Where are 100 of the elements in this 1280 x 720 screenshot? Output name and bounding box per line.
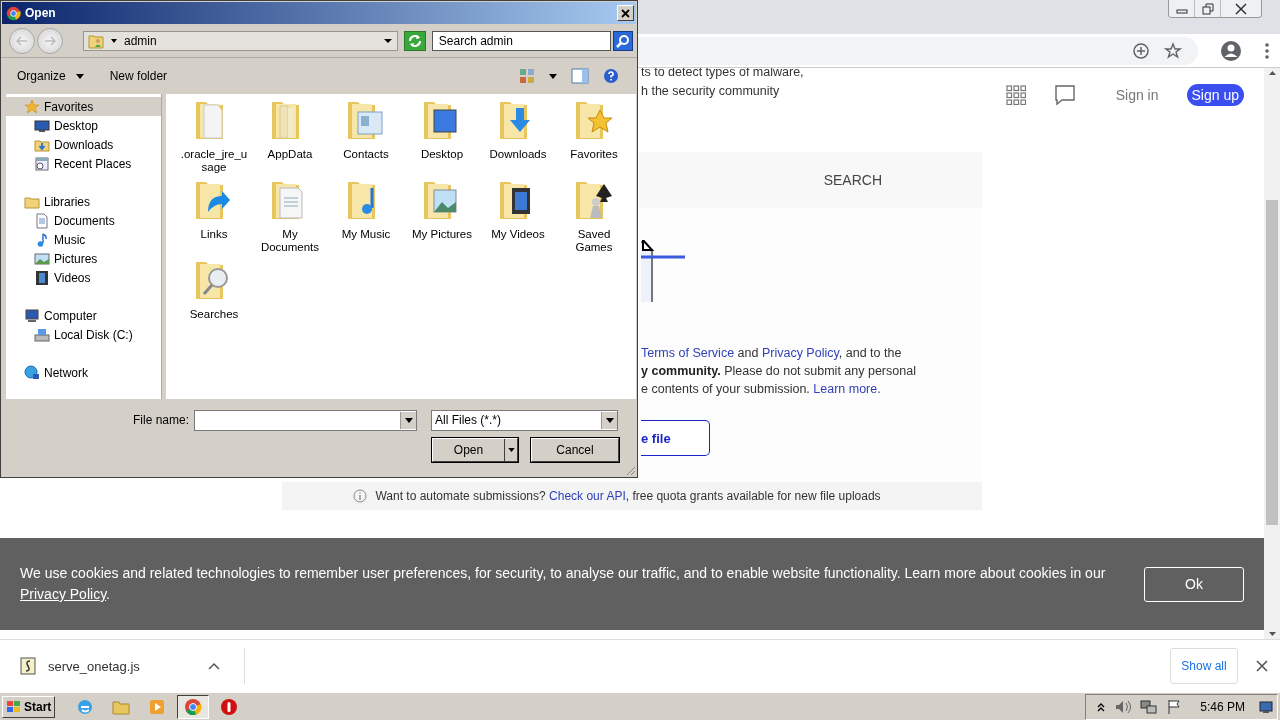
dropdown-icon[interactable]	[383, 38, 393, 44]
add-icon[interactable]	[1132, 41, 1150, 60]
close-icon	[621, 8, 630, 18]
link[interactable]: Privacy Policy	[761, 346, 839, 360]
folder-name[interactable]: My Videos	[482, 228, 554, 241]
folder-name[interactable]: Desktop	[406, 148, 478, 161]
location-bar[interactable]: admin	[83, 31, 398, 51]
cancel-button[interactable]: Cancel	[531, 438, 619, 462]
nav-item[interactable]: Local Disk (C:)	[6, 325, 161, 344]
download-file-name[interactable]: serve_onetag.js	[48, 658, 196, 674]
dropdown-icon[interactable]	[404, 417, 413, 423]
minimize-button[interactable]	[1169, 0, 1195, 17]
caret-icon[interactable]	[208, 662, 220, 670]
browser-icon	[76, 697, 95, 716]
resize-grip[interactable]	[625, 465, 636, 476]
folder-name[interactable]: My Pictures	[406, 228, 478, 241]
terms-text: y community. Please do not submit any personal	[641, 363, 917, 380]
info-icon	[353, 489, 368, 503]
profile-icon[interactable]	[1220, 39, 1242, 62]
show-all-button[interactable]: Show all	[1170, 648, 1238, 684]
caret-icon[interactable]	[507, 448, 515, 452]
api-note: Want to automate submissions? Check our API, free quota grants available for new file uploads	[375, 489, 881, 503]
nav-item[interactable]: Desktop	[6, 116, 161, 135]
start-button[interactable]: Start	[2, 695, 56, 718]
apps-grid-icon[interactable]	[1005, 85, 1026, 105]
nav-item[interactable]: Network	[6, 363, 161, 382]
folder-name[interactable]: My Music	[330, 228, 402, 241]
sign-up-button[interactable]: Sign up	[1186, 84, 1244, 106]
folder-name[interactable]: Links	[178, 228, 250, 241]
ok-button[interactable]: Ok	[1144, 566, 1244, 602]
user-folder-icon	[88, 33, 104, 49]
folder-name[interactable]: My Documents	[254, 228, 326, 254]
folder-name[interactable]: Contacts	[330, 148, 402, 161]
organize-menu[interactable]: Organize	[11, 67, 90, 85]
chat-icon[interactable]	[1053, 84, 1076, 106]
open-button[interactable]: Open	[432, 438, 518, 462]
nav-item[interactable]: Favorites	[6, 97, 161, 116]
file-name-field[interactable]	[194, 409, 417, 431]
document-icon	[34, 212, 50, 229]
star-icon	[24, 98, 40, 115]
taskbar-button[interactable]	[177, 694, 210, 719]
file-drawing	[641, 240, 686, 302]
search-field[interactable]: Search admin	[431, 31, 612, 51]
link[interactable]: Check our API	[549, 489, 626, 503]
star-icon[interactable]	[1164, 41, 1182, 60]
caret-icon[interactable]	[110, 38, 118, 44]
restore-icon	[1201, 2, 1214, 15]
folder-name[interactable]: Saved Games	[558, 228, 630, 254]
network-icon[interactable]	[1140, 698, 1159, 715]
folder-name[interactable]: Favorites	[558, 148, 630, 161]
drive-icon	[34, 326, 50, 343]
script-file-icon	[20, 657, 36, 675]
close-button[interactable]	[1221, 0, 1261, 17]
search-button[interactable]	[613, 31, 633, 51]
nav-item[interactable]: Videos	[6, 268, 161, 287]
computer-icon	[24, 307, 40, 324]
browser-icon	[184, 697, 203, 716]
menu-icon[interactable]	[1264, 41, 1270, 60]
close-button[interactable]	[617, 5, 634, 21]
back-arrow-icon	[16, 36, 28, 46]
file-type-dropdown[interactable]: All Files (*.*)	[431, 409, 618, 431]
show-desktop-icon[interactable]	[1259, 699, 1273, 714]
speaker-icon[interactable]	[1114, 698, 1133, 715]
search-tab[interactable]: SEARCH	[823, 172, 882, 188]
nav-item[interactable]: Libraries	[6, 192, 161, 211]
film-icon	[34, 269, 50, 286]
nav-item[interactable]: Computer	[6, 306, 161, 325]
folder-name[interactable]: .oracle_jre_usage	[178, 148, 250, 174]
scrollbar[interactable]	[1264, 68, 1280, 639]
caret-icon[interactable]	[549, 73, 557, 79]
picture-icon	[34, 250, 50, 267]
refresh-button[interactable]	[404, 31, 426, 51]
intro-text: h the security community	[641, 83, 781, 100]
folder-name[interactable]: Searches	[178, 308, 250, 321]
close-icon	[1235, 2, 1247, 15]
app-icon	[6, 5, 21, 21]
new-folder-button[interactable]: New folder	[103, 67, 174, 85]
nav-item[interactable]: Documents	[6, 211, 161, 230]
folder-name[interactable]: AppData	[254, 148, 326, 161]
nav-item[interactable]: Music	[6, 230, 161, 249]
sign-in-link[interactable]: Sign in	[1115, 87, 1159, 103]
monitor-icon	[34, 117, 50, 134]
dropdown-icon[interactable]	[605, 417, 614, 423]
flag-icon[interactable]	[1166, 698, 1183, 715]
close-icon[interactable]	[1256, 660, 1268, 672]
help-icon[interactable]	[603, 68, 619, 84]
dialog-title: Open	[25, 6, 56, 20]
search-icon	[616, 34, 631, 48]
terms-text: Terms of Service and Privacy Policy, and to the	[641, 345, 903, 362]
restore-button[interactable]	[1195, 0, 1221, 17]
nav-item[interactable]: Recent Places	[6, 154, 161, 173]
link[interactable]: Terms of Service	[641, 346, 735, 360]
nav-item[interactable]: Downloads	[6, 135, 161, 154]
windows-logo-icon	[6, 699, 22, 714]
clock[interactable]: 5:46 PM	[1200, 699, 1245, 714]
nav-item[interactable]: Pictures	[6, 249, 161, 268]
link[interactable]: Learn more.	[813, 382, 881, 396]
media-player-icon	[148, 697, 167, 716]
choose-file-button[interactable]: e file	[641, 420, 710, 456]
folder-name[interactable]: Downloads	[482, 148, 554, 161]
